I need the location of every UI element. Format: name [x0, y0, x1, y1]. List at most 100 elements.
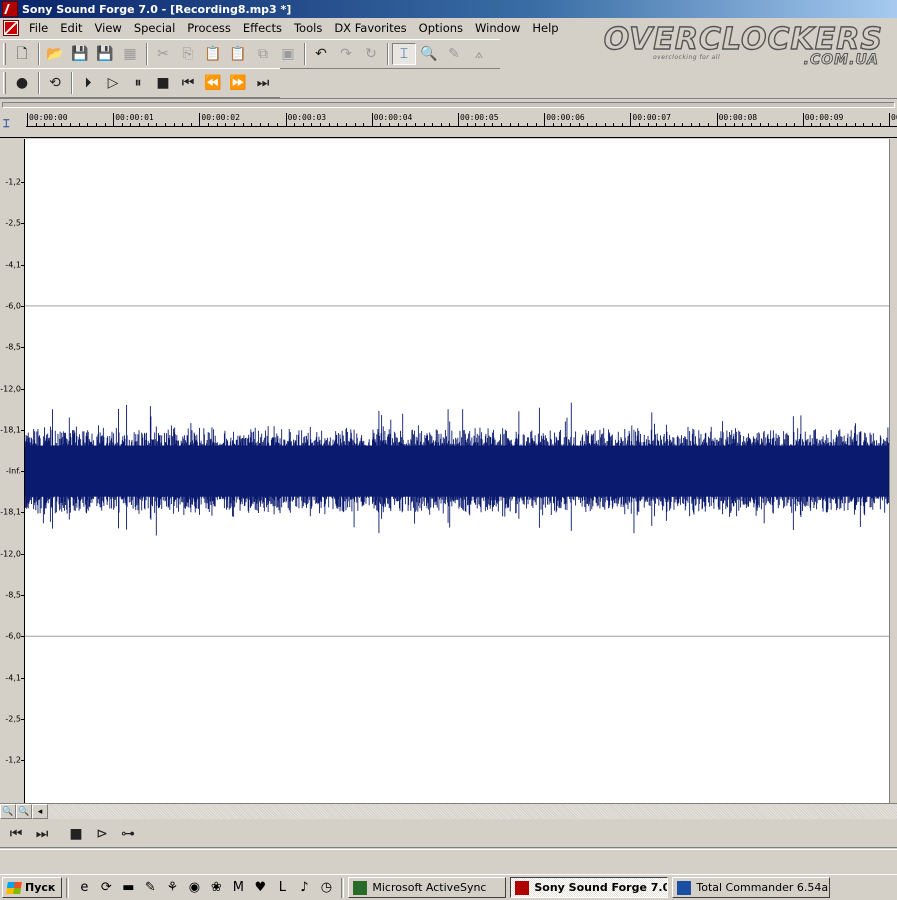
- ruler-minor-tick: [440, 123, 442, 127]
- document-icon[interactable]: [3, 20, 19, 36]
- new-button[interactable]: 🗋: [10, 43, 34, 65]
- title-bar[interactable]: Sony Sound Forge 7.0 - [Recording8.mp3 *…: [0, 0, 897, 18]
- quick-launch-icon-9[interactable]: ♥: [249, 878, 271, 898]
- menu-options[interactable]: Options: [413, 19, 469, 37]
- ruler-minor-tick: [483, 123, 485, 127]
- record-button[interactable]: ●: [10, 72, 34, 94]
- quick-launch-icon-5[interactable]: ⚘: [161, 878, 183, 898]
- level-tick: [21, 595, 24, 596]
- magnify-tool-button[interactable]: 🔍: [417, 43, 441, 65]
- ruler-minor-tick: [432, 123, 434, 127]
- cut-button[interactable]: ✂: [151, 43, 175, 65]
- ruler-minor-tick: [785, 123, 787, 127]
- vertical-scrollbar[interactable]: [889, 139, 897, 803]
- stop-small-button[interactable]: ■: [64, 823, 88, 845]
- quick-launch-icon-4[interactable]: ✎: [139, 878, 161, 898]
- stop-button[interactable]: ■: [151, 72, 175, 94]
- taskbar-button[interactable]: Microsoft ActiveSync: [348, 877, 507, 898]
- quick-launch-icon-2[interactable]: ⟳: [95, 878, 117, 898]
- ruler-major-tick: [889, 113, 890, 127]
- ruler-minor-tick: [475, 123, 477, 127]
- time-ruler[interactable]: ⌶ 00:00:00 00:00:01 00:00:02 00:00:03 00:00:…: [0, 111, 897, 138]
- menu-file[interactable]: File: [23, 19, 54, 37]
- menu-window[interactable]: Window: [469, 19, 526, 37]
- redo-button[interactable]: ↷: [334, 43, 358, 65]
- menu-special[interactable]: Special: [128, 19, 181, 37]
- ruler-major-tick: [199, 113, 201, 127]
- menu-effects[interactable]: Effects: [237, 19, 288, 37]
- menu-tools[interactable]: Tools: [288, 19, 328, 37]
- ruler-major-tick: [716, 113, 718, 127]
- save-as-button[interactable]: 💾: [93, 43, 117, 65]
- waveform-view[interactable]: [25, 139, 889, 803]
- save-button[interactable]: 💾: [68, 43, 92, 65]
- toolbar-grip[interactable]: [3, 43, 6, 65]
- level-tick: [21, 760, 24, 762]
- quick-launch-icon-10[interactable]: L: [271, 878, 293, 898]
- ruler-minor-tick: [363, 123, 365, 127]
- menu-view[interactable]: View: [89, 19, 128, 37]
- loop-button[interactable]: ⟲: [43, 72, 67, 94]
- envelope-tool-button[interactable]: ⟑: [467, 43, 491, 65]
- repeat-button[interactable]: ↻: [359, 43, 383, 65]
- undo-button[interactable]: ↶: [309, 43, 333, 65]
- toolbar-grip[interactable]: [3, 72, 6, 94]
- stop-small-icon: ■: [69, 825, 83, 842]
- copy-button[interactable]: ⎘: [176, 43, 200, 65]
- play-button[interactable]: ▷: [101, 72, 125, 94]
- pencil-tool-button[interactable]: ✎: [442, 43, 466, 65]
- quick-launch-icon-8[interactable]: M: [227, 878, 249, 898]
- zoom-in-icon[interactable]: 🔍: [16, 804, 32, 819]
- taskbar-button[interactable]: Sony Sound Forge 7.0...: [510, 877, 669, 898]
- plug-in-chain-button[interactable]: ⊶: [116, 823, 140, 845]
- forward-button[interactable]: ⏩: [226, 72, 250, 94]
- horizontal-scrollbar[interactable]: [48, 804, 897, 819]
- quick-launch-icon-6[interactable]: ◉: [183, 878, 205, 898]
- ruler-minor-tick: [78, 123, 80, 127]
- menu-process[interactable]: Process: [181, 19, 237, 37]
- render-button[interactable]: ▦: [118, 43, 142, 65]
- envelope-tool-icon: ⟑: [474, 46, 484, 62]
- quick-launch-icon-12[interactable]: ◷: [315, 878, 337, 898]
- play-all-button[interactable]: ⏵: [76, 72, 100, 94]
- mix-button[interactable]: 📋: [226, 43, 250, 65]
- go-to-end-small-button[interactable]: ⏭: [30, 823, 54, 845]
- ruler-minor-tick: [535, 123, 537, 127]
- ruler-minor-tick: [449, 123, 451, 127]
- waveform-canvas[interactable]: [25, 139, 889, 803]
- open-button[interactable]: 📂: [43, 43, 67, 65]
- pause-button[interactable]: ⏸: [126, 72, 150, 94]
- quick-launch-icon-7[interactable]: ❀: [205, 878, 227, 898]
- go-to-end-button[interactable]: ⏭: [251, 72, 275, 94]
- start-button[interactable]: Пуск: [2, 877, 63, 898]
- trim-button[interactable]: ▣: [276, 43, 300, 65]
- menu-help[interactable]: Help: [526, 19, 564, 37]
- ruler-minor-tick: [251, 123, 253, 127]
- crop-button[interactable]: ⧉: [251, 43, 275, 65]
- edit-tool-button[interactable]: ⌶: [392, 43, 416, 65]
- quick-launch-icon-3[interactable]: ▬: [117, 878, 139, 898]
- menu-dx-favorites[interactable]: DX Favorites: [328, 19, 412, 37]
- ruler-minor-tick: [190, 123, 192, 127]
- overview-track[interactable]: [2, 102, 895, 108]
- ruler-minor-tick: [699, 123, 701, 127]
- ruler-marker-icon[interactable]: ⌶: [3, 117, 21, 133]
- task-label: Microsoft ActiveSync: [372, 881, 487, 894]
- menu-edit[interactable]: Edit: [54, 19, 88, 37]
- ruler-minor-tick: [130, 123, 132, 127]
- overview-bar[interactable]: [0, 98, 897, 110]
- quick-launch-icon-11[interactable]: ♪: [293, 878, 315, 898]
- zoom-out-icon[interactable]: 🔍: [0, 804, 16, 819]
- rewind-button[interactable]: ⏪: [201, 72, 225, 94]
- quick-launch-icon-1[interactable]: e: [73, 878, 95, 898]
- play-plug-button[interactable]: ⊳: [90, 823, 114, 845]
- ruler-minor-tick: [854, 123, 856, 127]
- go-to-start-button[interactable]: ⏮: [176, 72, 200, 94]
- go-to-start-small-button[interactable]: ⏮: [4, 823, 28, 845]
- scroll-left-icon[interactable]: ◂: [32, 804, 48, 819]
- taskbar-button[interactable]: Total Commander 6.54a ...: [672, 877, 831, 898]
- sound-forge-app-icon[interactable]: [2, 1, 18, 17]
- level-tick: [21, 636, 24, 638]
- paste-button[interactable]: 📋: [201, 43, 225, 65]
- level-label: -1,2: [5, 177, 21, 187]
